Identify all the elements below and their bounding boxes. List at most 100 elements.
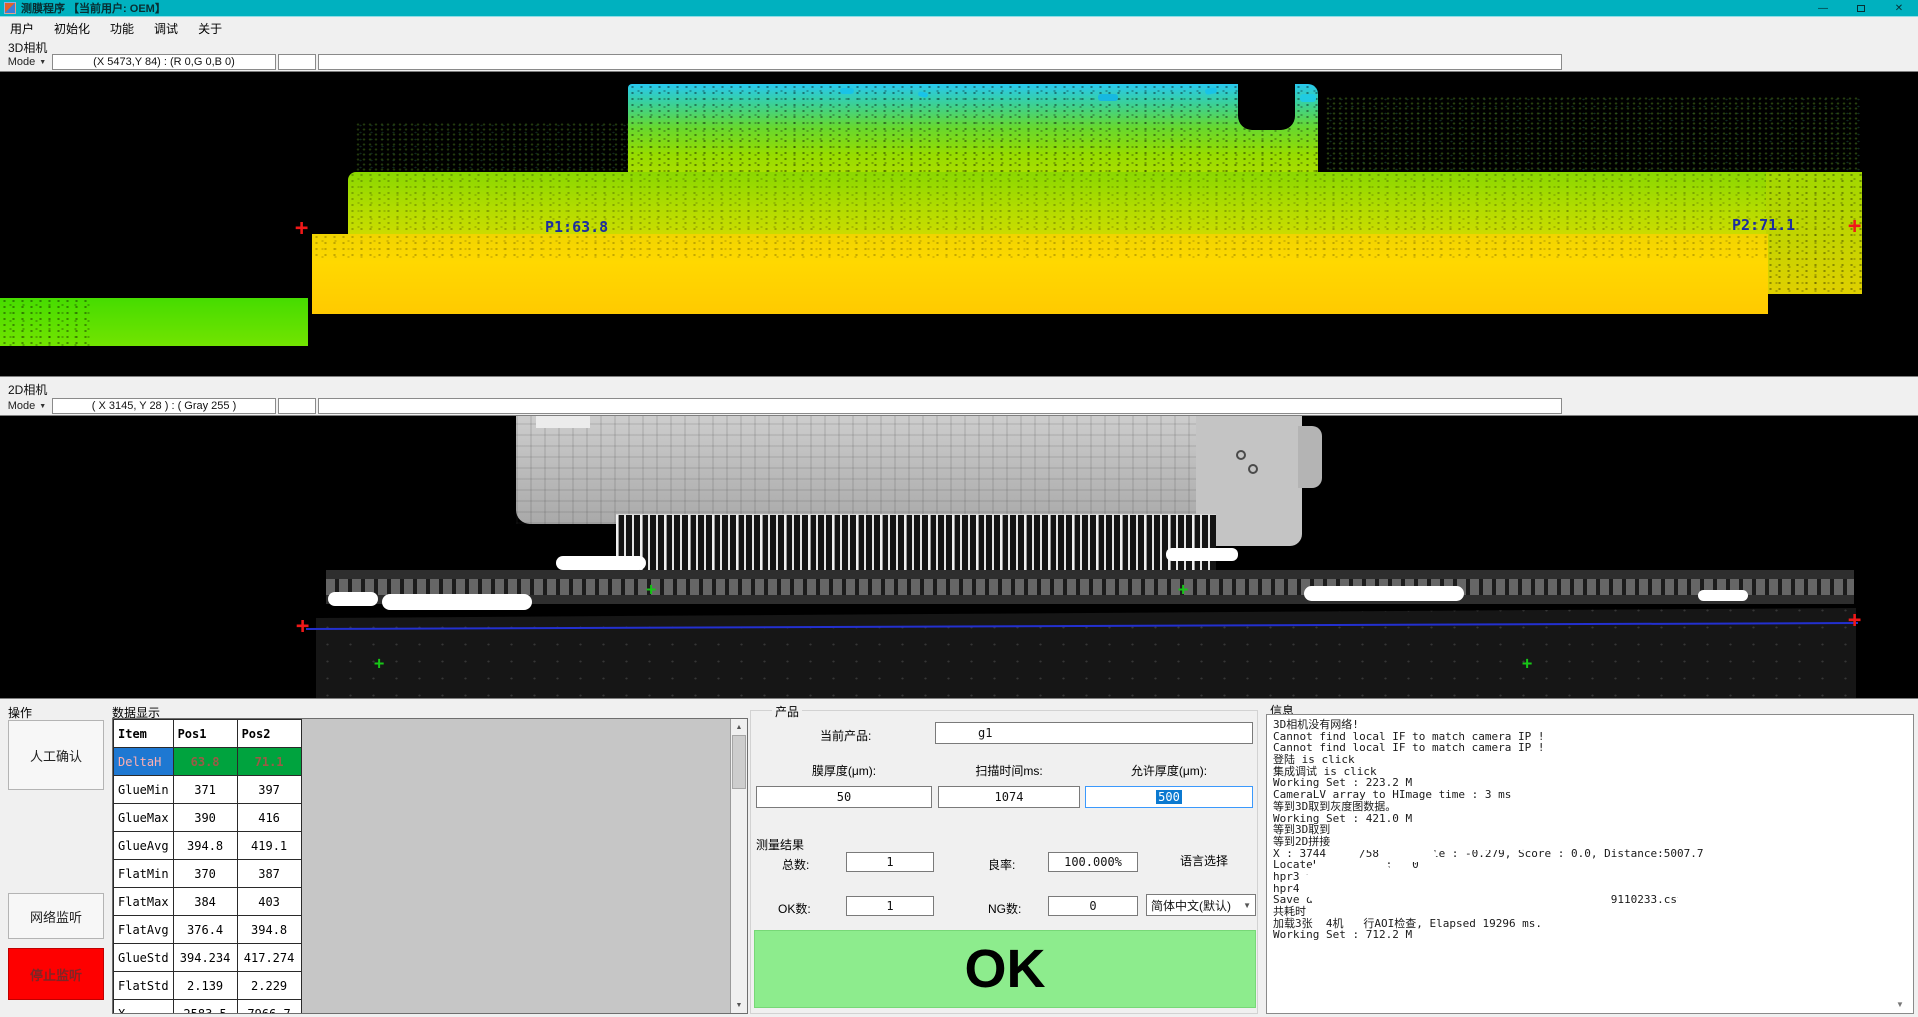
language-selected-value: 简体中文(默认)	[1151, 897, 1231, 914]
chevron-down-icon: ▼	[39, 403, 46, 410]
table-row[interactable]: FlatAvg376.4394.8	[114, 916, 302, 944]
glue-blob	[1166, 548, 1238, 561]
p2-measure-label: P2:71.1	[1732, 216, 1795, 234]
scroll-thumb[interactable]	[732, 735, 746, 789]
cell-value: 2583.5	[173, 1000, 237, 1015]
cam2d-pixel-status: ( X 3145, Y 28 ) : ( Gray 255 )	[52, 398, 276, 414]
marker-cross-red: +	[295, 218, 308, 240]
current-product-label: 当前产品:	[820, 727, 871, 744]
redaction-blob	[1345, 824, 1535, 850]
cam3d-mode-button[interactable]: Mode▼	[2, 54, 52, 70]
cam2d-mode-bar: Mode▼ ( X 3145, Y 28 ) : ( Gray 255 )	[0, 397, 1918, 415]
cell-value: 403	[237, 888, 301, 916]
heightmap-left-strip	[0, 298, 308, 346]
title-bar: 测膜程序 【当前用户: OEM】 — ✕	[0, 0, 1918, 17]
allow-thickness-field[interactable]: 500	[1085, 786, 1253, 808]
cell-value: 71.1	[237, 748, 301, 776]
noise-layer	[1325, 96, 1860, 174]
menu-about[interactable]: 关于	[188, 18, 232, 38]
scroll-up-icon[interactable]: ▲	[731, 719, 747, 735]
cam2d-mode-button[interactable]: Mode▼	[2, 398, 52, 414]
table-row[interactable]: FlatStd2.1392.229	[114, 972, 302, 1000]
table-row[interactable]: DeltaH63.871.1	[114, 748, 302, 776]
cam3d-view[interactable]: P1:63.8 P2:71.1 + +	[0, 71, 1918, 377]
menu-debug[interactable]: 调试	[144, 18, 188, 38]
table-row[interactable]: FlatMin370387	[114, 860, 302, 888]
glue-blob	[556, 556, 646, 570]
log-line: Working Set : 421.0 M	[1273, 813, 1907, 825]
table-row[interactable]: X2583.57966.7	[114, 1000, 302, 1015]
heightmap-upper-deck	[628, 84, 1318, 174]
network-listen-button[interactable]: 网络监听	[8, 893, 104, 939]
pin-texture	[616, 515, 1216, 576]
table-row[interactable]: GlueAvg394.8419.1	[114, 832, 302, 860]
socket-bar	[326, 570, 1854, 604]
cell-item: FlatAvg	[114, 916, 174, 944]
cell-value: 394.8	[173, 832, 237, 860]
window-title: 测膜程序 【当前用户: OEM】	[21, 0, 166, 16]
table-row[interactable]: GlueStd394.234417.274	[114, 944, 302, 972]
glue-blob	[328, 592, 378, 606]
cell-value: 394.8	[237, 916, 301, 944]
total-field[interactable]: 1	[846, 852, 934, 872]
log-line: 等到3D取到灰度图数据。	[1273, 801, 1907, 813]
log-scroll-down-icon[interactable]: ▼	[1896, 1000, 1904, 1009]
cell-item: FlatStd	[114, 972, 174, 1000]
ok-count-field[interactable]: 1	[846, 896, 934, 916]
col-pos2: Pos2	[237, 720, 301, 748]
cam3d-mode-bar: Mode▼ (X 5473,Y 84) : (R 0,G 0,B 0)	[0, 53, 1918, 71]
table-header-row: Item Pos1 Pos2	[114, 720, 302, 748]
film-thickness-label: 膜厚度(μm):	[756, 762, 932, 779]
maximize-button[interactable]	[1842, 0, 1880, 17]
cam3d-pixel-status: (X 5473,Y 84) : (R 0,G 0,B 0)	[52, 54, 276, 70]
table-row[interactable]: GlueMin371397	[114, 776, 302, 804]
glue-blob	[382, 594, 532, 610]
restore-icon	[1857, 5, 1865, 12]
noise-layer	[0, 298, 90, 346]
menu-user[interactable]: 用户	[0, 18, 44, 38]
menu-init[interactable]: 初始化	[44, 18, 100, 38]
cell-value: 384	[173, 888, 237, 916]
manual-confirm-button[interactable]: 人工确认	[8, 720, 104, 790]
language-select[interactable]: 简体中文(默认) ▼	[1146, 894, 1256, 916]
col-item: Item	[114, 720, 174, 748]
cell-value: 416	[237, 804, 301, 832]
cell-value: 371	[173, 776, 237, 804]
menu-function[interactable]: 功能	[100, 18, 144, 38]
table-row[interactable]: GlueMax390416	[114, 804, 302, 832]
scan-time-label: 扫描时间ms:	[938, 762, 1080, 779]
scroll-down-icon[interactable]: ▼	[731, 997, 747, 1013]
cell-item: DeltaH	[114, 748, 174, 776]
marker-cross-red: +	[1848, 610, 1861, 632]
current-product-field[interactable]: g1	[935, 722, 1253, 744]
table-row[interactable]: FlatMax384403	[114, 888, 302, 916]
minimize-button[interactable]: —	[1804, 0, 1842, 17]
cam2d-status-box2	[278, 398, 316, 414]
film-thickness-field[interactable]: 50	[756, 786, 932, 808]
log-line: Working Set : 712.2 M	[1273, 929, 1907, 941]
yield-field[interactable]: 100.000%	[1048, 852, 1138, 872]
table-scrollbar[interactable]: ▲ ▼	[730, 719, 747, 1013]
cell-value: 63.8	[173, 748, 237, 776]
ng-count-field[interactable]: 0	[1048, 896, 1138, 916]
operations-title: 操作	[8, 704, 32, 721]
data-table[interactable]: Item Pos1 Pos2 DeltaH63.871.1GlueMin3713…	[112, 718, 748, 1014]
marker-cross-green: +	[646, 582, 656, 599]
total-label: 总数:	[782, 856, 809, 873]
measure-result-title: 测量结果	[756, 836, 804, 853]
speck	[1300, 94, 1316, 102]
cam2d-view[interactable]: + + + + + +	[0, 415, 1918, 699]
cell-item: GlueMin	[114, 776, 174, 804]
log-line: 3D相机没有网络!	[1273, 719, 1907, 731]
cell-item: FlatMin	[114, 860, 174, 888]
data-table-body: DeltaH63.871.1GlueMin371397GlueMax390416…	[114, 748, 302, 1015]
scan-time-field[interactable]: 1074	[938, 786, 1080, 808]
redaction-blob	[1322, 895, 1610, 909]
noise-layer	[355, 122, 630, 174]
close-button[interactable]: ✕	[1880, 0, 1918, 17]
noise-layer	[312, 234, 1768, 260]
col-pos1: Pos1	[173, 720, 237, 748]
cell-value: 2.139	[173, 972, 237, 1000]
stop-listen-button[interactable]: 停止监听	[8, 948, 104, 1000]
yield-label: 良率:	[988, 856, 1015, 873]
